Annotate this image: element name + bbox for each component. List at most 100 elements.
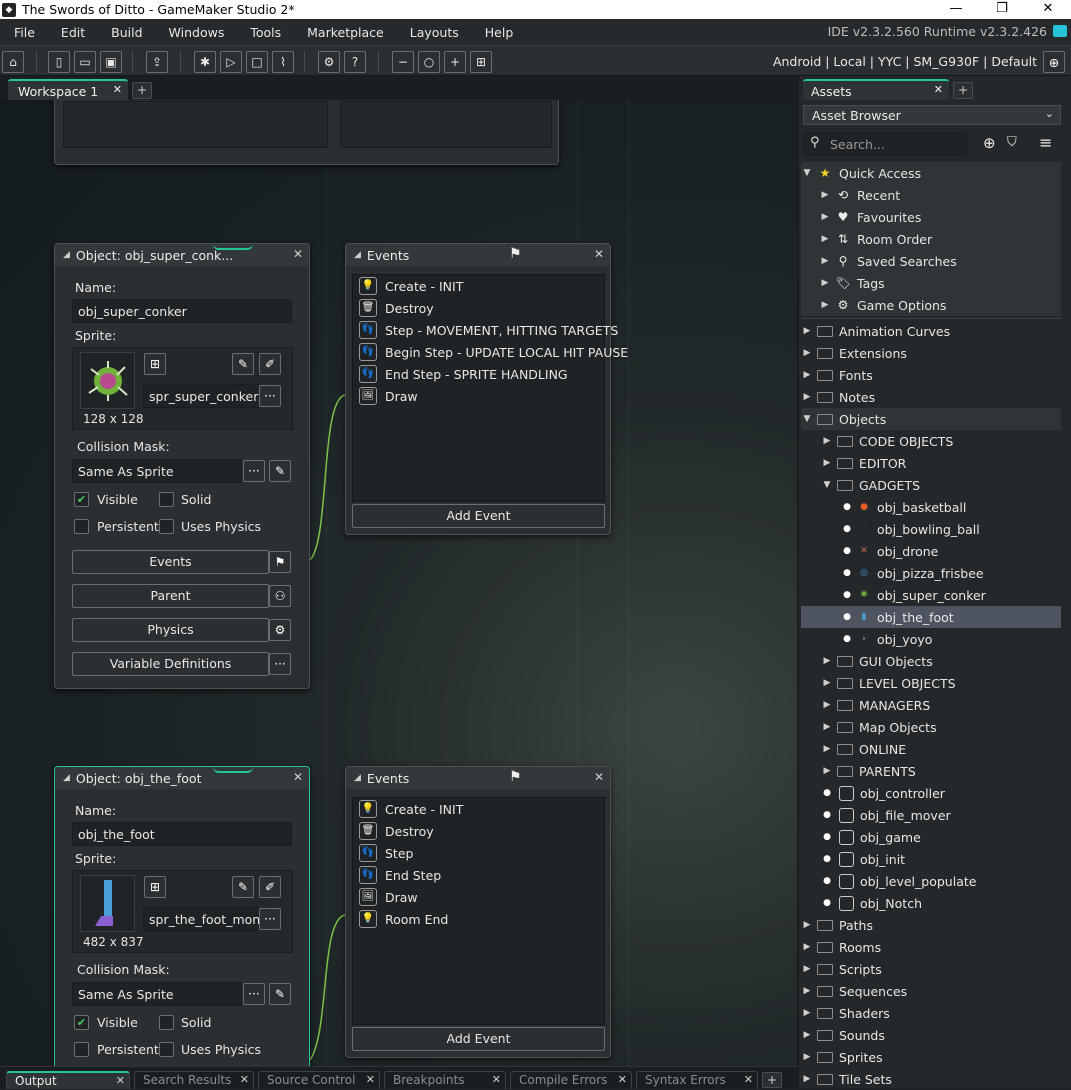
stop-icon[interactable]: □: [246, 51, 268, 73]
clean-icon[interactable]: ⌇: [272, 51, 294, 73]
quick-access-item[interactable]: ▶ ⚙ Game Options: [801, 294, 1061, 316]
collapsed-arrow-icon[interactable]: ▶: [801, 1074, 813, 1084]
close-panel-icon[interactable]: ✕: [594, 247, 604, 261]
object-item[interactable]: ● · obj_bowling_ball: [801, 518, 1061, 540]
events-flag-icon[interactable]: ⚑: [269, 551, 291, 573]
chat-icon[interactable]: [1053, 25, 1067, 37]
object-item[interactable]: ● obj_controller: [801, 782, 1061, 804]
physics-button[interactable]: Physics: [72, 618, 269, 642]
close-panel-icon[interactable]: ✕: [594, 770, 604, 784]
minimize-button[interactable]: —: [933, 0, 979, 19]
asset-folder[interactable]: ▶ Sequences: [801, 980, 1061, 1002]
asset-folder[interactable]: ▶ Extensions: [801, 342, 1061, 364]
asset-folder[interactable]: ▶ Animation Curves: [801, 320, 1061, 342]
image-editor-icon[interactable]: ✐: [259, 876, 281, 898]
menu-windows[interactable]: Windows: [155, 25, 237, 40]
object-item[interactable]: ● obj_Notch: [801, 892, 1061, 914]
target-selector[interactable]: Android | Local | YYC | SM_G930F | Defau…: [773, 54, 1037, 69]
asset-folder[interactable]: ▶ Tile Sets: [801, 1068, 1061, 1090]
event-item[interactable]: 🖼 Draw: [359, 886, 418, 908]
collapsed-arrow-icon[interactable]: ▶: [819, 256, 831, 266]
close-tab-icon[interactable]: ✕: [744, 1073, 753, 1086]
solid-checkbox[interactable]: [159, 1015, 174, 1030]
event-item[interactable]: 💡 Create - INIT: [359, 798, 463, 820]
object-subfolder[interactable]: ▶ CODE OBJECTS: [801, 430, 1061, 452]
menu-icon[interactable]: ≡: [1039, 133, 1052, 152]
event-item[interactable]: 👣 Step: [359, 842, 413, 864]
persistent-checkbox[interactable]: [74, 1042, 89, 1057]
asset-folder[interactable]: ▶ Notes: [801, 386, 1061, 408]
visible-checkbox[interactable]: ✔: [74, 492, 89, 507]
collapsed-arrow-icon[interactable]: ▶: [821, 766, 833, 776]
collapsed-arrow-icon[interactable]: ▶: [821, 744, 833, 754]
sprite-thumbnail[interactable]: [80, 875, 135, 932]
tab-syntax-errors[interactable]: Syntax Errors ✕: [636, 1071, 758, 1089]
asset-folder[interactable]: ▶ Sounds: [801, 1024, 1061, 1046]
object-item[interactable]: ● ◎ obj_pizza_frisbee: [801, 562, 1061, 584]
mask-browse-icon[interactable]: ···: [243, 983, 265, 1005]
close-tab-icon[interactable]: ✕: [240, 1073, 249, 1086]
event-item[interactable]: 💡 Create - INIT: [359, 275, 463, 297]
quick-access-item[interactable]: ▶ ♥ Favourites: [801, 206, 1061, 228]
help-icon[interactable]: ?: [344, 51, 366, 73]
asset-folder[interactable]: ▶ Paths: [801, 914, 1061, 936]
parent-button[interactable]: Parent: [72, 584, 269, 608]
zoom-out-icon[interactable]: −: [392, 51, 414, 73]
asset-search-input[interactable]: ⚲ Search...: [803, 132, 967, 156]
parent-icon[interactable]: ⚇: [269, 585, 291, 607]
close-tab-icon[interactable]: ✕: [116, 1074, 125, 1087]
collapsed-arrow-icon[interactable]: ▶: [819, 278, 831, 288]
quick-access-item[interactable]: ▶ ⟲ Recent: [801, 184, 1061, 206]
event-item[interactable]: 🖼 Draw: [359, 385, 418, 407]
filter-icon[interactable]: ⛉: [1007, 135, 1017, 150]
target-settings-icon[interactable]: ⊕: [1043, 51, 1065, 73]
game-options-icon[interactable]: ⚙: [318, 51, 340, 73]
edit-mask-icon[interactable]: ✎: [269, 460, 291, 482]
uses-physics-checkbox[interactable]: [159, 1042, 174, 1057]
close-tab-icon[interactable]: ✕: [366, 1073, 375, 1086]
event-item[interactable]: 🗑 Destroy: [359, 297, 434, 319]
assets-scrollbar[interactable]: [1061, 76, 1071, 1088]
collision-mask-field[interactable]: Same As Sprite: [72, 459, 242, 483]
add-event-button[interactable]: Add Event: [352, 504, 605, 528]
asset-folder[interactable]: ▶ Rooms: [801, 936, 1061, 958]
event-item[interactable]: 👣 Step - MOVEMENT, HITTING TARGETS: [359, 319, 618, 341]
object-item[interactable]: ● obj_init: [801, 848, 1061, 870]
object-subfolder[interactable]: ▶ MANAGERS: [801, 694, 1061, 716]
visible-checkbox[interactable]: ✔: [74, 1015, 89, 1030]
object-subfolder[interactable]: ▶ ONLINE: [801, 738, 1061, 760]
menu-file[interactable]: File: [0, 25, 47, 40]
object-item[interactable]: ● ✕ obj_drone: [801, 540, 1061, 562]
tab-breakpoints[interactable]: Breakpoints ✕: [384, 1071, 506, 1089]
tab-output[interactable]: Output ✕: [6, 1071, 130, 1089]
object-subfolder[interactable]: ▶ EDITOR: [801, 452, 1061, 474]
collapsed-arrow-icon[interactable]: ▶: [821, 700, 833, 710]
asset-folder[interactable]: ▶ Fonts: [801, 364, 1061, 386]
edit-sprite-icon[interactable]: ✎: [232, 353, 254, 375]
collapse-icon[interactable]: ◢: [354, 250, 361, 260]
collapsed-arrow-icon[interactable]: ▶: [801, 1030, 813, 1040]
quick-access-item[interactable]: ▶ ⇅ Room Order: [801, 228, 1061, 250]
open-project-icon[interactable]: ▭: [74, 51, 96, 73]
object-item[interactable]: ● ▮ obj_the_foot: [801, 606, 1061, 628]
tab-source-control[interactable]: Source Control ✕: [258, 1071, 380, 1089]
run-icon[interactable]: ▷: [220, 51, 242, 73]
object-item[interactable]: ● obj_file_mover: [801, 804, 1061, 826]
solid-checkbox[interactable]: [159, 492, 174, 507]
collision-mask-field[interactable]: Same As Sprite: [72, 982, 242, 1006]
collapsed-arrow-icon[interactable]: ▶: [801, 942, 813, 952]
asset-folder[interactable]: ▶ Shaders: [801, 1002, 1061, 1024]
close-panel-icon[interactable]: ✕: [293, 247, 303, 261]
zoom-reset-icon[interactable]: ○: [418, 51, 440, 73]
menu-help[interactable]: Help: [471, 25, 526, 40]
add-assets-tab-button[interactable]: +: [953, 82, 973, 99]
add-output-tab-button[interactable]: +: [762, 1072, 782, 1088]
asset-browser-dropdown[interactable]: Asset Browser ⌄: [803, 105, 1061, 125]
debug-icon[interactable]: ✱: [194, 51, 216, 73]
close-window-button[interactable]: ✕: [1025, 0, 1071, 19]
collapsed-arrow-icon[interactable]: ▶: [801, 348, 813, 358]
add-asset-icon[interactable]: ⊕: [983, 134, 996, 152]
close-tab-icon[interactable]: ✕: [492, 1073, 501, 1086]
object-item[interactable]: ● obj_level_populate: [801, 870, 1061, 892]
collapsed-arrow-icon[interactable]: ▶: [821, 458, 833, 468]
